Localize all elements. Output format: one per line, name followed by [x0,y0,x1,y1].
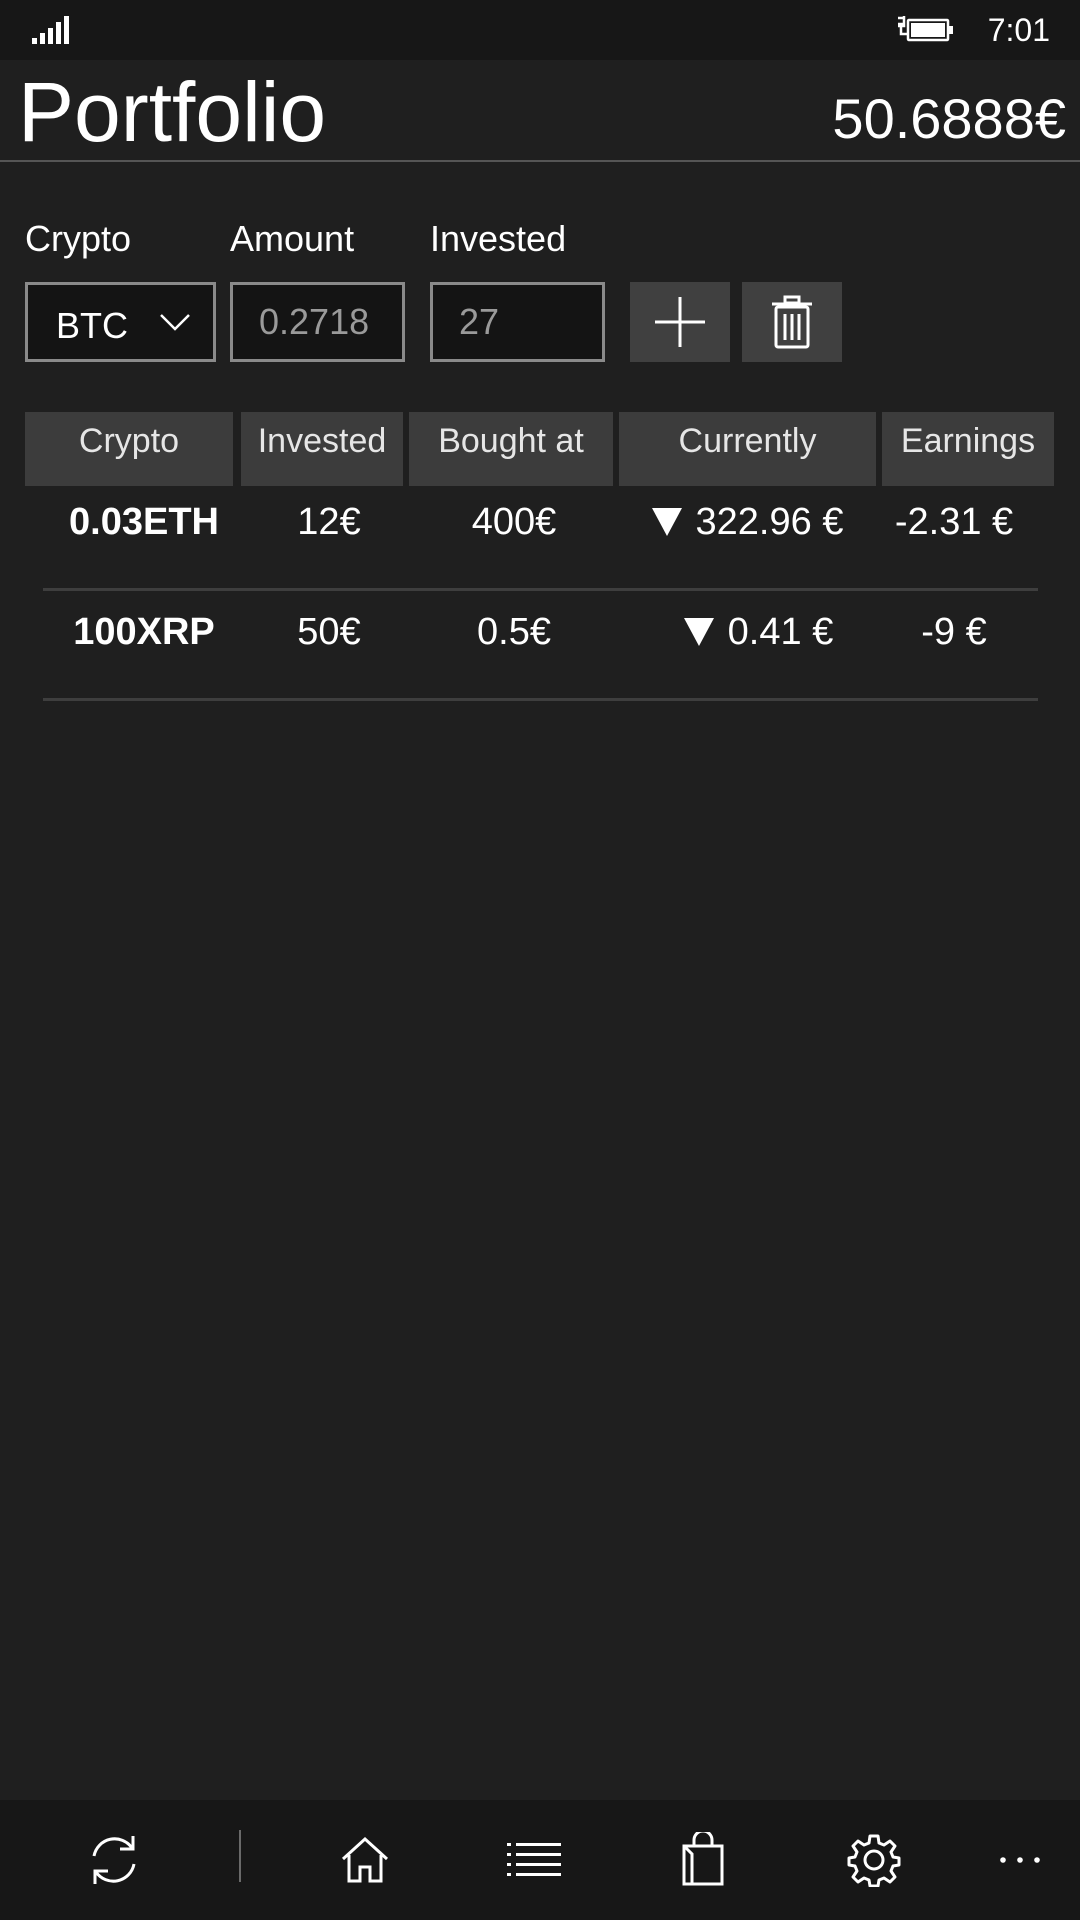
row-divider [43,698,1038,701]
signal-strength-icon [32,16,69,44]
crypto-select-dropdown[interactable]: BTC [25,282,216,362]
refresh-button[interactable] [54,1800,174,1920]
shopping-bag-icon [682,1832,724,1886]
column-header-currently: Currently [619,412,876,486]
invested-input[interactable] [430,282,605,362]
add-button[interactable] [630,282,730,362]
column-header-earnings: Earnings [882,412,1054,486]
amount-input[interactable] [230,282,405,362]
refresh-icon [92,1836,136,1884]
bottom-app-bar [0,1800,1080,1920]
plus-icon [655,297,705,347]
currently-value: 322.96 € [695,501,844,543]
more-icon [1000,1857,1040,1863]
table-cell-bought-at: 0.5€ [477,611,551,653]
battery-charging-icon [898,16,953,42]
portfolio-total-value: 50.6888€ [832,87,1066,150]
trend-down-icon [683,618,714,646]
table-cell-currently: 0.41 € [619,597,898,667]
currently-value: 0.41 € [727,611,834,653]
trash-icon [772,295,812,349]
row-divider [43,588,1038,591]
table-cell-earnings: -9 € [921,611,987,653]
app-bar-separator [239,1830,241,1882]
amount-label: Amount [230,218,355,259]
list-icon [507,1843,561,1876]
chevron-down-icon [160,314,190,331]
settings-button[interactable] [814,1800,934,1920]
table-cell-invested: 12€ [297,501,361,543]
column-header-bought-at: Bought at [409,412,613,486]
crypto-select-value: BTC [56,305,128,346]
more-button[interactable] [960,1800,1080,1920]
column-header-crypto: Crypto [25,412,233,486]
header-divider [0,160,1080,162]
trend-down-icon [651,508,682,536]
clock-time: 7:01 [987,12,1050,48]
table-cell-currently: 322.96 € [619,487,876,557]
page-title: Portfolio [18,65,327,159]
table-cell-invested: 50€ [297,611,361,653]
status-bar: 7:01 [0,0,1080,60]
crypto-label: Crypto [25,218,132,259]
home-button[interactable] [305,1800,425,1920]
table-cell-bought-at: 400€ [471,501,557,543]
list-button[interactable] [474,1800,594,1920]
invested-label: Invested [430,218,567,259]
delete-button[interactable] [742,282,842,362]
table-cell-crypto: 100XRP [73,611,215,653]
table-cell-crypto: 0.03ETH [69,501,219,543]
home-icon [341,1836,389,1883]
settings-gear-icon [847,1834,901,1887]
column-header-invested: Invested [241,412,403,486]
shop-button[interactable] [643,1800,763,1920]
table-cell-earnings: -2.31 € [894,501,1014,543]
